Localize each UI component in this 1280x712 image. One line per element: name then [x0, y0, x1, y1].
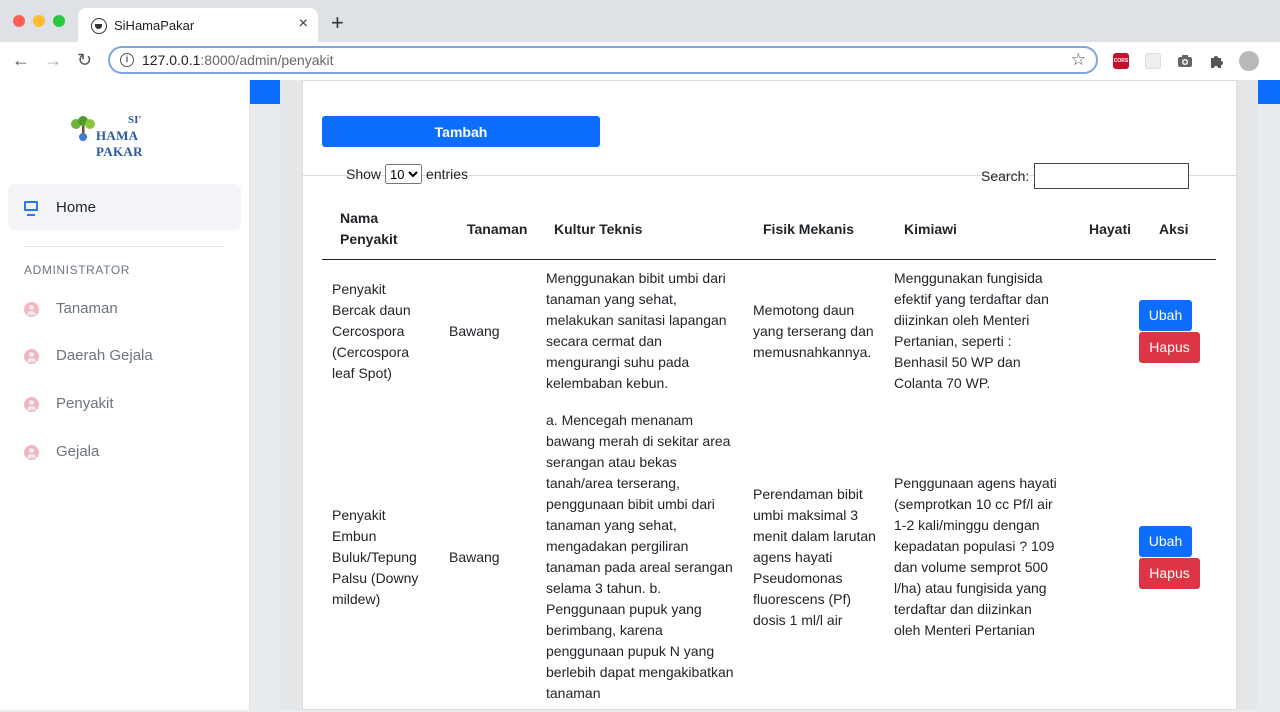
add-button[interactable]: Tambah	[322, 116, 600, 147]
sidebar-item-label: Penyakit	[56, 395, 114, 412]
show-label: Show	[346, 166, 382, 182]
sidebar-item-label: Daerah Gejala	[56, 347, 153, 364]
sidebar-divider	[24, 246, 225, 247]
sidebar-item-daerah-gejala[interactable]: Daerah Gejala	[24, 345, 224, 369]
forward-icon[interactable]: →	[44, 50, 62, 70]
cell-aksi: Ubah Hapus	[1139, 402, 1216, 712]
disease-table: Nama Penyakit Tanaman Kultur Teknis Fisi…	[322, 199, 1216, 712]
cell-tanaman: Bawang	[449, 322, 500, 339]
delete-button[interactable]: Hapus	[1139, 557, 1200, 589]
cell-aksi: Ubah Hapus	[1139, 260, 1216, 403]
reload-icon[interactable]: ↻	[77, 50, 92, 70]
edit-button[interactable]: Ubah	[1139, 525, 1192, 557]
header-strip	[250, 80, 280, 104]
logo-text-top: SI'	[128, 114, 142, 126]
puzzle-icon[interactable]	[1209, 53, 1225, 69]
column-header-nama[interactable]: Nama Penyakit	[322, 199, 439, 260]
back-icon[interactable]: ←	[12, 50, 30, 70]
logo-text-bottom: HAMA PAKAR	[96, 128, 143, 159]
sidebar-section-heading: ADMINISTRATOR	[24, 263, 131, 277]
table-row: Penyakit Embun Buluk/Tepung Palsu (Downy…	[322, 402, 1216, 712]
cors-extension-icon[interactable]: CORS	[1113, 53, 1129, 69]
header-strip	[1258, 80, 1280, 104]
cell-hayati	[1061, 260, 1139, 403]
address-bar[interactable]: i 127.0.0.1:8000/admin/penyakit ☆	[108, 46, 1098, 74]
column-header-fisik[interactable]: Fisik Mekanis	[747, 199, 888, 260]
page-size-select[interactable]: 10	[385, 164, 423, 184]
cell-kultur: a. Mencegah menanam bawang merah di seki…	[546, 412, 734, 701]
monitor-icon	[24, 201, 38, 216]
new-tab-button[interactable]: +	[331, 12, 344, 34]
column-header-kultur[interactable]: Kultur Teknis	[538, 199, 747, 260]
cell-tanaman: Bawang	[449, 548, 500, 565]
column-header-tanaman[interactable]: Tanaman	[439, 199, 538, 260]
page-size-control: Show 10 entries	[346, 164, 468, 184]
browser-tab[interactable]: SiHamaPakar ×	[78, 8, 318, 42]
info-icon[interactable]: i	[120, 53, 134, 67]
cell-fisik: Perendaman bibit umbi maksimal 3 menit d…	[753, 485, 876, 628]
search-control: Search:	[981, 163, 1190, 189]
cell-nama: Penyakit Embun Buluk/Tepung Palsu (Downy…	[332, 506, 419, 607]
camera-icon[interactable]	[1177, 53, 1193, 69]
sidebar-item-label: Gejala	[56, 443, 100, 460]
maximize-window-button[interactable]	[53, 15, 65, 27]
user-circle-icon	[24, 349, 39, 364]
column-header-aksi[interactable]: Aksi	[1139, 199, 1216, 260]
star-icon[interactable]: ☆	[1071, 50, 1086, 70]
sidebar: SI' HAMA PAKAR Home ADMINISTRATOR Tanama…	[0, 80, 250, 710]
sidebar-item-gejala[interactable]: Gejala	[24, 441, 224, 465]
minimize-window-button[interactable]	[33, 15, 45, 27]
search-label: Search:	[981, 168, 1030, 184]
search-input[interactable]	[1034, 163, 1190, 189]
sidebar-item-home[interactable]: Home	[8, 184, 241, 230]
sidebar-item-label: Home	[56, 199, 97, 216]
tab-close-icon[interactable]: ×	[299, 15, 308, 33]
tree-logo-icon	[71, 116, 95, 141]
sidebar-item-label: Tanaman	[56, 300, 118, 317]
cell-kultur: Menggunakan bibit umbi dari tanaman yang…	[546, 270, 727, 391]
cell-hayati	[1061, 402, 1139, 712]
cell-kimiawi: Menggunakan fungisida efektif yang terda…	[894, 270, 1049, 391]
column-header-hayati[interactable]: Hayati	[1061, 199, 1139, 260]
cell-fisik: Memotong daun yang terserang dan memusna…	[753, 301, 874, 360]
tab-title: SiHamaPakar	[114, 18, 195, 33]
profile-avatar[interactable]	[1239, 51, 1259, 71]
browser-tab-bar: SiHamaPakar × +	[0, 0, 1280, 42]
table-row: Penyakit Bercak daun Cercospora (Cercosp…	[322, 260, 1216, 403]
table-header-row: Nama Penyakit Tanaman Kultur Teknis Fisi…	[322, 199, 1216, 260]
entries-label: entries	[426, 166, 469, 182]
delete-button[interactable]: Hapus	[1139, 331, 1200, 363]
extension-icon[interactable]	[1145, 53, 1161, 69]
sidebar-item-tanaman[interactable]: Tanaman	[24, 298, 224, 322]
sidebar-item-penyakit[interactable]: Penyakit	[24, 393, 224, 417]
url-text: 127.0.0.1:8000/admin/penyakit	[142, 52, 334, 68]
user-circle-icon	[24, 445, 39, 460]
window-controls	[13, 15, 65, 27]
favicon-icon	[91, 18, 107, 34]
user-circle-icon	[24, 397, 39, 412]
user-circle-icon	[24, 302, 39, 317]
browser-toolbar: ← → ↻ i 127.0.0.1:8000/admin/penyakit ☆ …	[0, 42, 1280, 81]
close-window-button[interactable]	[13, 15, 25, 27]
column-header-kimiawi[interactable]: Kimiawi	[888, 199, 1061, 260]
edit-button[interactable]: Ubah	[1139, 299, 1192, 331]
app-logo[interactable]: SI' HAMA PAKAR	[70, 112, 180, 159]
cell-kimiawi: Penggunaan agens hayati (semprotkan 10 c…	[894, 475, 1057, 638]
cell-nama: Penyakit Bercak daun Cercospora (Cercosp…	[332, 280, 411, 381]
